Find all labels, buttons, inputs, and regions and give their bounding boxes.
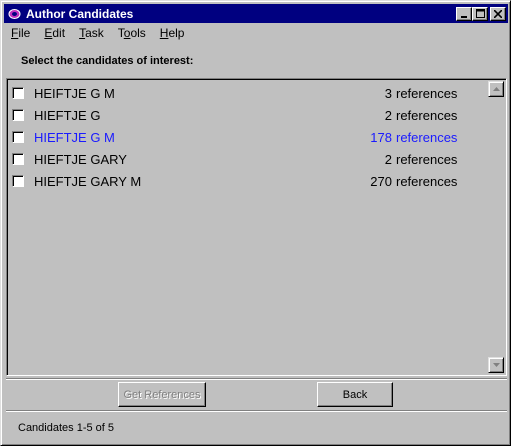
minimize-button[interactable] bbox=[456, 6, 472, 21]
references-label: references bbox=[396, 129, 458, 145]
divider bbox=[6, 378, 507, 380]
candidate-row[interactable]: HIEFTJE G M 178 references bbox=[9, 126, 489, 148]
scroll-down-button[interactable] bbox=[488, 357, 504, 373]
candidate-name: HIEFTJE GARY bbox=[34, 151, 127, 167]
candidates-list-area: HEIFTJE G M 3 references HIEFTJE G 2 referenc… bbox=[9, 81, 489, 373]
maximize-button[interactable] bbox=[472, 6, 488, 21]
scroll-up-button[interactable] bbox=[488, 81, 504, 97]
app-logo-icon[interactable] bbox=[7, 7, 21, 21]
references-label: references bbox=[396, 151, 458, 167]
menu-edit[interactable]: Edit bbox=[37, 26, 72, 40]
candidate-row[interactable]: HIEFTJE G 2 references bbox=[9, 104, 489, 126]
window-title: Author Candidates bbox=[26, 6, 134, 21]
candidate-row[interactable]: HIEFTJE GARY 2 references bbox=[9, 148, 489, 170]
menu-task[interactable]: Task bbox=[72, 26, 111, 40]
minimize-icon bbox=[461, 15, 467, 18]
reference-count: 2 bbox=[384, 107, 392, 123]
candidate-row[interactable]: HEIFTJE G M 3 references bbox=[9, 82, 489, 104]
references-label: references bbox=[396, 85, 458, 101]
maximize-icon bbox=[475, 9, 485, 18]
divider bbox=[6, 410, 507, 412]
reference-count: 2 bbox=[384, 151, 392, 167]
close-icon bbox=[494, 9, 502, 18]
candidate-checkbox[interactable] bbox=[12, 153, 24, 165]
references-label: references bbox=[396, 173, 458, 189]
candidate-checkbox[interactable] bbox=[12, 131, 24, 143]
author-candidates-window: Author Candidates File Edit Task Tools Help … bbox=[0, 0, 511, 446]
title-bar[interactable]: Author Candidates bbox=[4, 4, 508, 23]
status-text: Candidates 1-5 of 5 bbox=[18, 422, 115, 434]
menu-tools[interactable]: Tools bbox=[111, 26, 153, 40]
instruction-label: Select the candidates of interest: bbox=[21, 55, 194, 67]
reference-count: 270 bbox=[370, 173, 392, 189]
menu-bar: File Edit Task Tools Help bbox=[4, 24, 508, 42]
vertical-scrollbar[interactable] bbox=[488, 81, 504, 373]
back-button[interactable]: Back bbox=[317, 382, 393, 407]
candidate-name: HEIFTJE G M bbox=[34, 85, 115, 101]
references-label: references bbox=[396, 107, 458, 123]
candidate-checkbox[interactable] bbox=[12, 175, 24, 187]
arrow-down-icon bbox=[492, 363, 500, 367]
reference-count: 3 bbox=[384, 85, 392, 101]
candidate-row[interactable]: HIEFTJE GARY M 270 references bbox=[9, 170, 489, 192]
candidate-name: HIEFTJE G bbox=[34, 107, 101, 123]
close-button[interactable] bbox=[490, 6, 506, 21]
arrow-up-icon bbox=[492, 87, 500, 91]
menu-file[interactable]: File bbox=[4, 26, 37, 40]
get-references-button[interactable]: Get References bbox=[118, 382, 206, 407]
menu-help[interactable]: Help bbox=[153, 26, 192, 40]
reference-count: 178 bbox=[370, 129, 392, 145]
candidate-name: HIEFTJE GARY M bbox=[34, 173, 142, 189]
candidate-name: HIEFTJE G M bbox=[34, 129, 115, 145]
candidate-checkbox[interactable] bbox=[12, 109, 24, 121]
candidates-list: HEIFTJE G M 3 references HIEFTJE G 2 referenc… bbox=[6, 78, 507, 376]
candidate-checkbox[interactable] bbox=[12, 87, 24, 99]
